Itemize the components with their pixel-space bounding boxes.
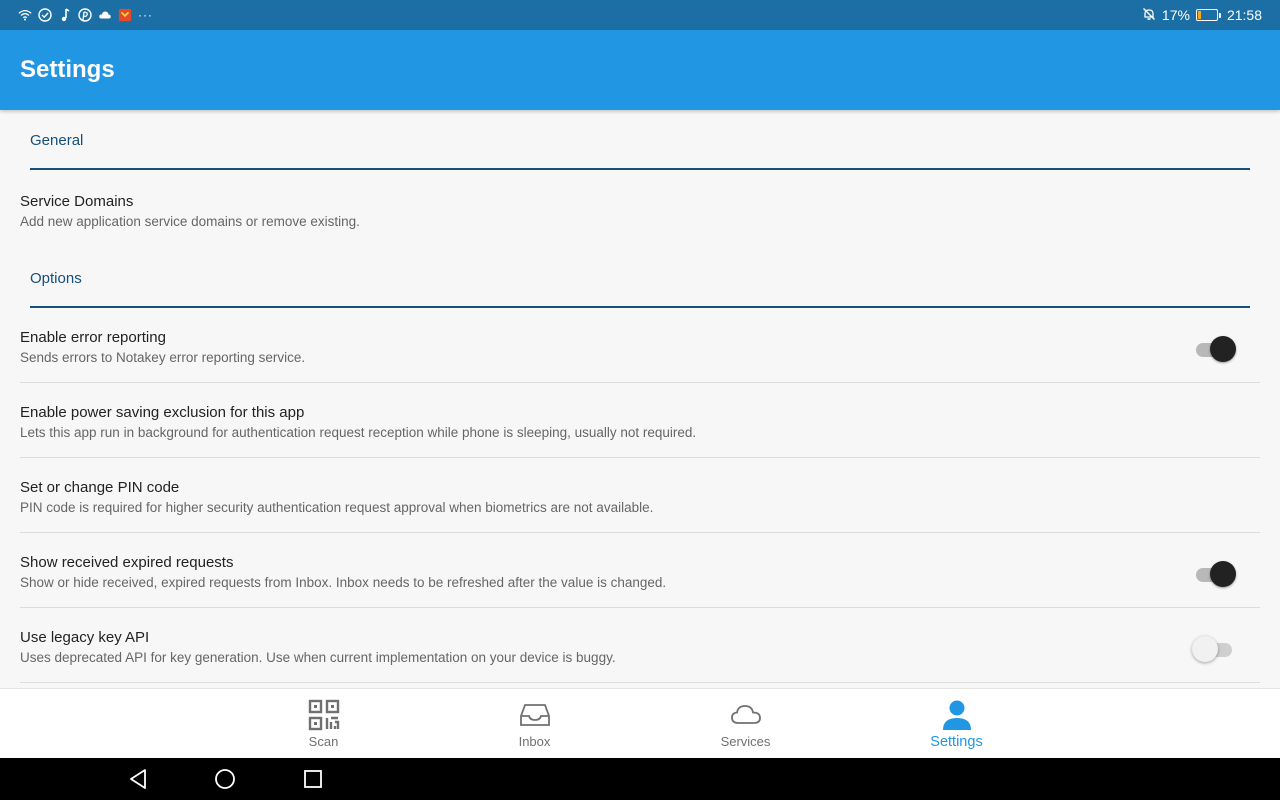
clock: 21:58 (1226, 7, 1262, 23)
pref-title: Enable error reporting (20, 329, 166, 346)
pref-title: Set or change PIN code (20, 479, 180, 496)
section-title: General (30, 132, 84, 149)
qr-code-icon (306, 697, 342, 733)
home-icon[interactable] (213, 767, 237, 791)
pref-expired-requests[interactable]: Show received expired requests Show or h… (20, 533, 1260, 608)
status-icons-left: ··· (18, 8, 153, 22)
bottom-navigation: Scan Inbox Services Settings (0, 688, 1280, 758)
nav-label: Settings (930, 734, 983, 750)
check-circle-icon (38, 8, 52, 22)
nav-services[interactable]: Services (640, 689, 851, 759)
settings-list[interactable]: General Service Domains Add new applicat… (0, 110, 1280, 688)
status-icons-right: 17% 21:58 (1142, 7, 1262, 24)
section-title: Options (30, 270, 82, 287)
app-bar: Settings (0, 30, 1280, 110)
wifi-icon (18, 8, 32, 22)
pinterest-icon (78, 8, 92, 22)
pref-error-reporting[interactable]: Enable error reporting Sends errors to N… (20, 308, 1260, 383)
person-icon (939, 697, 975, 733)
recents-icon[interactable] (301, 767, 325, 791)
pref-summary: Sends errors to Notakey error reporting … (20, 350, 306, 365)
back-icon[interactable] (126, 767, 150, 791)
nav-label: Services (720, 734, 771, 749)
pref-title: Show received expired requests (20, 554, 234, 571)
music-note-icon (58, 8, 72, 22)
legacy-key-api-switch[interactable] (1192, 635, 1236, 663)
nav-label: Inbox (518, 734, 551, 749)
page-title: Settings (20, 56, 115, 83)
battery-icon (1195, 9, 1221, 21)
section-header-general: General (30, 110, 1250, 170)
pref-summary: Show or hide received, expired requests … (20, 575, 667, 590)
cloud-icon (728, 697, 764, 733)
pref-power-saving-exclusion[interactable]: Enable power saving exclusion for this a… (20, 383, 1260, 458)
status-bar: ··· 17% 21:58 (0, 0, 1280, 30)
section-header-options: Options (30, 248, 1250, 308)
cloud-icon (98, 8, 112, 22)
nav-scan[interactable]: Scan (218, 689, 429, 759)
error-reporting-switch[interactable] (1194, 335, 1236, 363)
pref-title: Use legacy key API (20, 629, 150, 646)
pref-pin-code[interactable]: Set or change PIN code PIN code is requi… (20, 458, 1260, 533)
pref-service-domains[interactable]: Service Domains Add new application serv… (20, 170, 1260, 248)
pref-summary: Lets this app run in background for auth… (20, 425, 697, 440)
pref-summary: Add new application service domains or r… (20, 214, 360, 229)
app-notification-icon (118, 8, 132, 22)
inbox-icon (517, 697, 553, 733)
system-navigation-bar (0, 758, 1280, 800)
expired-requests-switch[interactable] (1194, 560, 1236, 588)
pref-summary: Uses deprecated API for key generation. … (20, 650, 616, 665)
notifications-off-icon (1142, 7, 1156, 24)
pref-summary: PIN code is required for higher security… (20, 500, 654, 515)
pref-title: Enable power saving exclusion for this a… (20, 404, 305, 421)
pref-title: Service Domains (20, 193, 134, 210)
nav-label: Scan (308, 734, 339, 749)
more-icon: ··· (138, 8, 153, 22)
nav-inbox[interactable]: Inbox (429, 689, 640, 759)
pref-legacy-key-api[interactable]: Use legacy key API Uses deprecated API f… (20, 608, 1260, 683)
nav-settings[interactable]: Settings (851, 689, 1062, 759)
battery-percent: 17% (1161, 7, 1190, 23)
